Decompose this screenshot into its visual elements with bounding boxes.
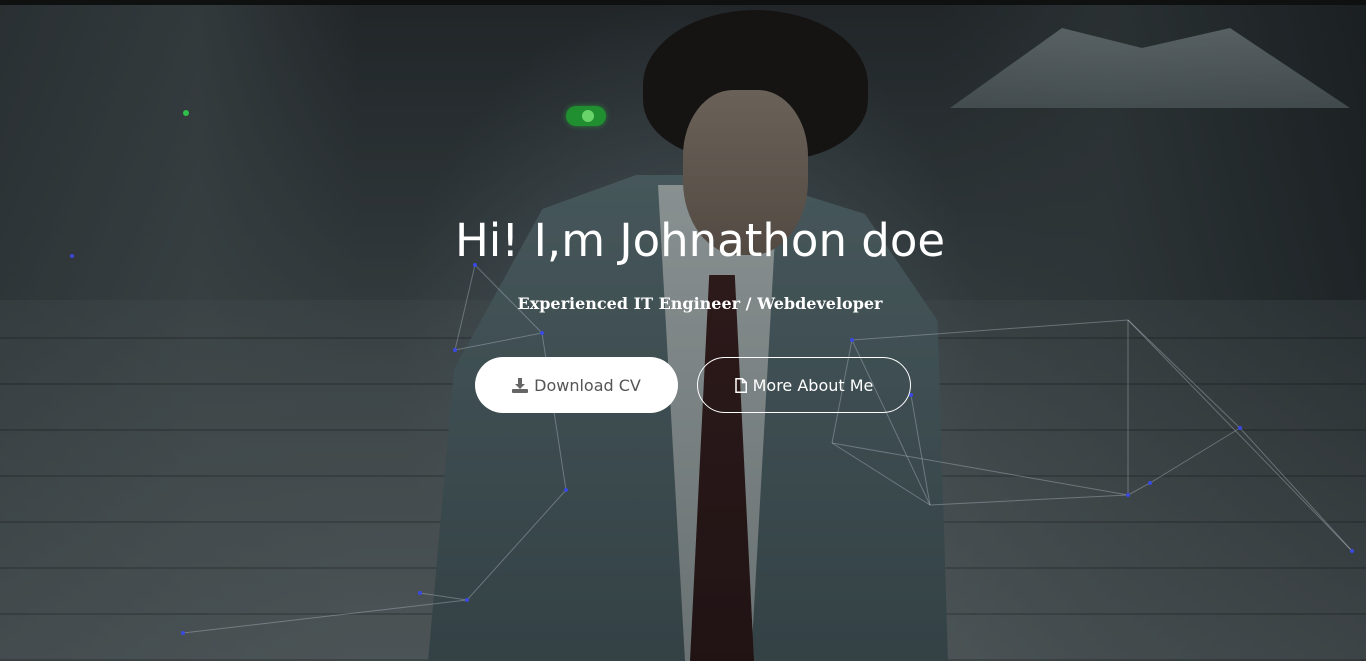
more-about-me-button[interactable]: More About Me [697, 357, 911, 413]
download-icon [512, 377, 529, 393]
particle-network [70, 110, 1354, 635]
hero-subtitle: Experienced IT Engineer / Webdeveloper [517, 294, 883, 313]
file-icon [734, 377, 747, 393]
hero-section: Hi! I,m Johnathon doe Experienced IT Eng… [0, 0, 1366, 661]
more-about-me-label: More About Me [752, 375, 874, 395]
download-cv-label: Download CV [534, 375, 641, 395]
toggle-knob[interactable] [582, 110, 594, 122]
download-cv-button[interactable]: Download CV [475, 357, 678, 413]
hero-headline: Hi! I,m Johnathon doe [454, 214, 946, 267]
theme-toggle[interactable] [566, 106, 606, 126]
